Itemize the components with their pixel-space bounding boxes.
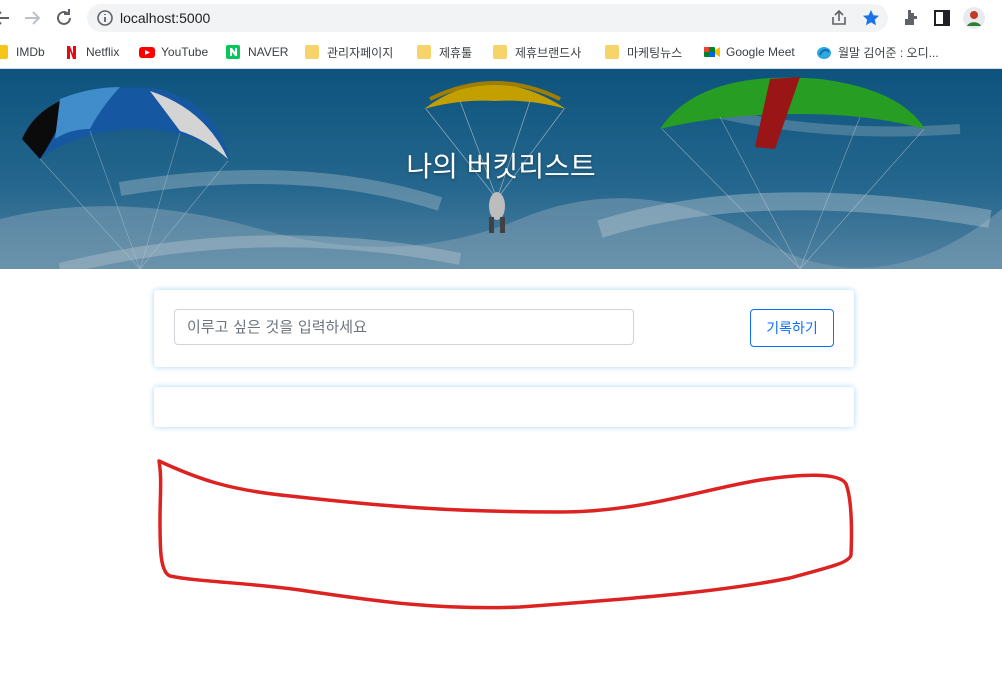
- record-button[interactable]: 기록하기: [750, 309, 834, 347]
- address-bar[interactable]: localhost:5000: [87, 4, 888, 32]
- bookmark-netflix[interactable]: Netflix: [64, 41, 119, 63]
- extensions-icon[interactable]: [899, 6, 923, 30]
- hero-banner: 나의 버킷리스트: [0, 69, 1002, 269]
- browser-toolbar: localhost:5000: [0, 0, 1002, 36]
- bookmark-star-icon[interactable]: [861, 8, 881, 28]
- back-icon[interactable]: [0, 6, 14, 30]
- bookmark-label: NAVER: [248, 45, 289, 59]
- goal-input-card: 기록하기: [154, 290, 854, 367]
- bookmark-folder-affiliate-tool[interactable]: 제휴툴: [417, 41, 472, 63]
- google-meet-icon: [704, 45, 720, 59]
- imdb-icon: [0, 45, 8, 59]
- youtube-icon: [139, 45, 155, 59]
- reload-icon[interactable]: [52, 6, 76, 30]
- bookmark-label: IMDb: [16, 45, 45, 59]
- bookmark-label: 제휴브랜드사: [515, 45, 582, 60]
- podcast-icon: [816, 45, 831, 59]
- bookmark-folder-affiliate-brand[interactable]: 제휴브랜드사: [493, 41, 581, 63]
- bookmark-label: Netflix: [86, 45, 120, 59]
- share-icon[interactable]: [829, 8, 849, 28]
- bookmark-label: Google Meet: [726, 45, 795, 59]
- url-text[interactable]: localhost:5000: [120, 10, 210, 26]
- info-icon[interactable]: [95, 8, 115, 28]
- bookmark-imdb[interactable]: IMDb: [0, 41, 45, 63]
- folder-icon: [305, 45, 319, 59]
- bookmark-podcast[interactable]: 월말 김어준 : 오디...: [816, 41, 939, 63]
- bookmark-label: 관리자페이지: [327, 45, 394, 60]
- bookmark-folder-admin[interactable]: 관리자페이지: [305, 41, 393, 63]
- bucket-list-card: [154, 387, 854, 427]
- page-title: 나의 버킷리스트: [406, 150, 596, 183]
- bookmark-naver[interactable]: NAVER: [226, 41, 288, 63]
- folder-icon: [493, 45, 507, 59]
- folder-icon: [417, 45, 431, 59]
- bookmark-google-meet[interactable]: Google Meet: [704, 41, 795, 63]
- bookmark-youtube[interactable]: YouTube: [139, 41, 208, 63]
- naver-icon: [226, 45, 240, 59]
- forward-icon[interactable]: [20, 6, 44, 30]
- bookmark-label: 제휴툴: [439, 45, 473, 60]
- bookmarks-bar: IMDb Netflix YouTube NAVER 관리자페이지 제휴툴 제휴…: [0, 36, 1002, 69]
- bookmark-label: 월말 김어준 : 오디...: [838, 45, 939, 60]
- netflix-icon: [64, 45, 78, 59]
- bookmark-folder-marketing-news[interactable]: 마케팅뉴스: [605, 41, 682, 63]
- folder-icon: [605, 45, 619, 59]
- bookmark-label: YouTube: [161, 45, 209, 59]
- side-panel-icon[interactable]: [930, 6, 954, 30]
- bookmark-label: 마케팅뉴스: [627, 45, 683, 60]
- profile-avatar[interactable]: [962, 6, 986, 30]
- goal-input[interactable]: [174, 309, 634, 345]
